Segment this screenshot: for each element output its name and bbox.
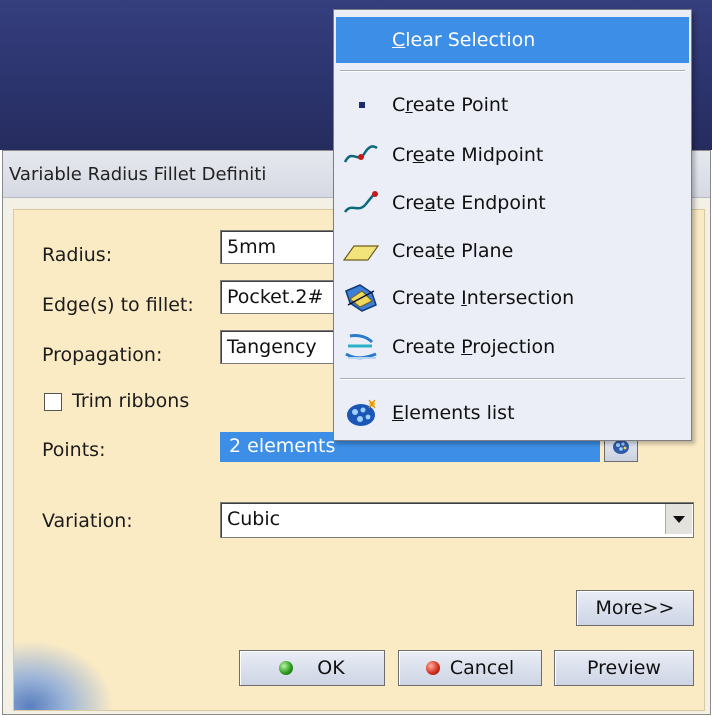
plane-icon <box>342 236 380 266</box>
points-value: 2 elements <box>229 435 336 457</box>
ok-label: OK <box>317 657 345 679</box>
menu-item-create-endpoint[interactable]: Create Endpoint <box>336 180 689 226</box>
midpoint-icon <box>342 140 380 170</box>
menu-item-elements-list[interactable]: Elements list <box>336 390 689 436</box>
menu-item-create-midpoint[interactable]: Create Midpoint <box>336 132 689 178</box>
menu-separator <box>340 378 685 380</box>
cancel-status-icon <box>425 661 440 675</box>
variation-select[interactable]: Cubic <box>220 502 694 538</box>
context-menu: Clear Selection Create Point Create Midp… <box>333 9 692 441</box>
dialog-title: Variable Radius Fillet Definiti <box>9 164 267 185</box>
menu-item-create-intersection[interactable]: Create Intersection <box>336 275 689 321</box>
projection-icon <box>342 332 380 362</box>
more-label: More>> <box>595 597 675 619</box>
more-button[interactable]: More>> <box>576 590 694 626</box>
elements-list-icon <box>342 398 380 428</box>
menu-separator <box>340 70 685 72</box>
menu-item-create-plane[interactable]: Create Plane <box>336 228 689 274</box>
edges-value: Pocket.2# <box>227 286 324 308</box>
preview-button[interactable]: Preview <box>554 650 694 686</box>
points-label: Points: <box>42 439 106 461</box>
menu-item-clear-selection[interactable]: Clear Selection <box>336 17 689 63</box>
edges-label: Edge(s) to fillet: <box>42 294 194 316</box>
cancel-button[interactable]: Cancel <box>398 650 542 686</box>
decorative-glow <box>14 640 114 710</box>
variation-label: Variation: <box>42 510 133 532</box>
menu-item-create-projection[interactable]: Create Projection <box>336 324 689 370</box>
trim-ribbons-checkbox[interactable] <box>44 393 62 411</box>
ok-status-icon <box>279 661 294 675</box>
radius-label: Radius: <box>42 244 113 266</box>
menu-item-create-point[interactable]: Create Point <box>336 82 689 128</box>
propagation-value: Tangency <box>227 336 317 358</box>
intersection-icon <box>342 283 380 313</box>
endpoint-icon <box>342 188 380 218</box>
chevron-down-icon[interactable] <box>665 504 692 534</box>
cancel-label: Cancel <box>449 657 515 679</box>
propagation-label: Propagation: <box>42 344 163 366</box>
radius-value: 5mm <box>227 236 277 258</box>
edges-field[interactable]: Pocket.2# <box>220 280 350 314</box>
preview-label: Preview <box>587 657 661 679</box>
variation-value: Cubic <box>227 508 281 530</box>
point-icon <box>342 90 380 120</box>
trim-ribbons-label: Trim ribbons <box>72 390 190 412</box>
radius-field[interactable]: 5mm <box>220 230 350 264</box>
propagation-select[interactable]: Tangency <box>220 330 350 364</box>
ok-button[interactable]: OK <box>239 650 385 686</box>
